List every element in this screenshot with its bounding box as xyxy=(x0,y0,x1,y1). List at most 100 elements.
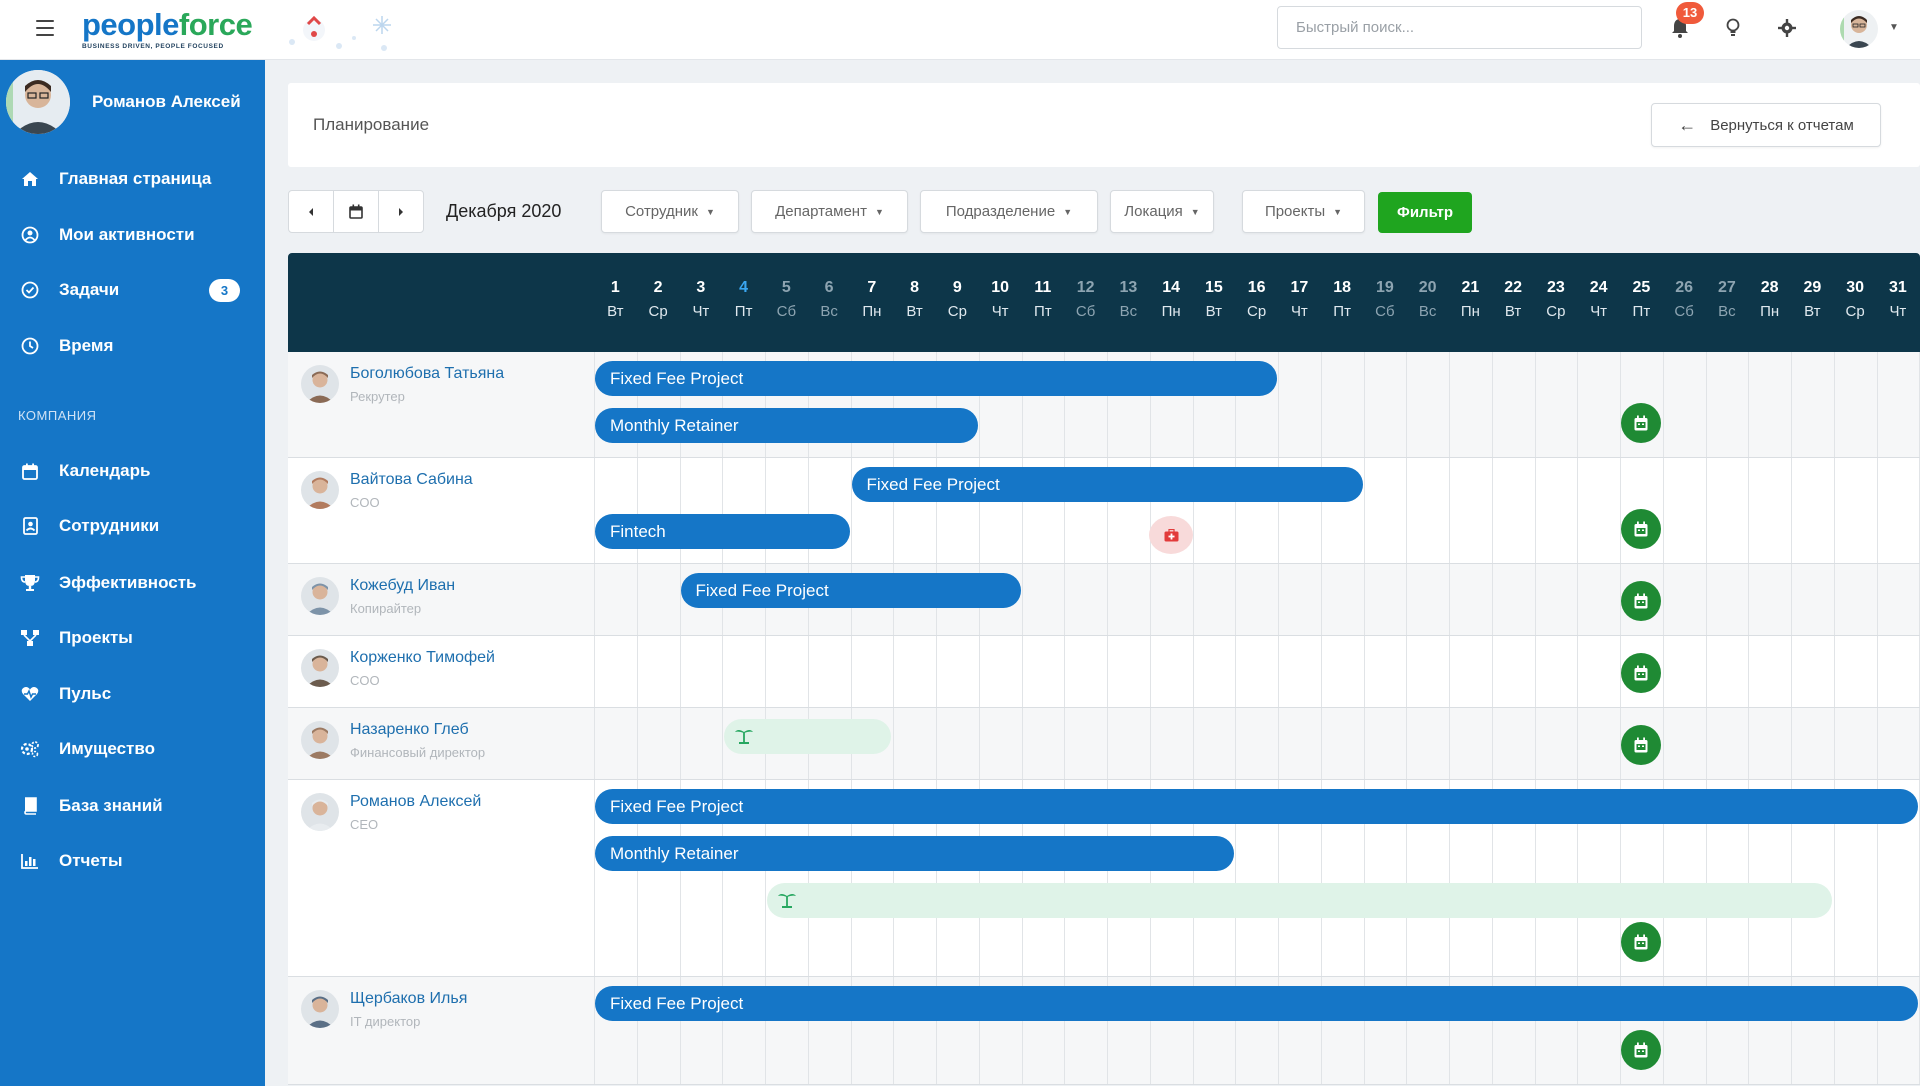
day-column-divider xyxy=(978,636,980,708)
day-column-divider xyxy=(1363,564,1365,636)
day-column-divider xyxy=(1406,564,1408,636)
employee-name[interactable]: Кожебуд Иван xyxy=(350,577,455,595)
caret-down-icon: ▼ xyxy=(1190,206,1200,217)
day-column-divider xyxy=(1577,352,1579,458)
employee-name[interactable]: Боголюбова Татьяна xyxy=(350,365,504,383)
day-weekday: Чт xyxy=(991,303,1009,320)
calendar-event-marker[interactable] xyxy=(1621,922,1662,962)
calendar-picker-button[interactable] xyxy=(334,191,379,232)
day-weekday: Ср xyxy=(1247,303,1267,320)
employee-avatar[interactable] xyxy=(301,721,339,759)
project-assignment-bar[interactable]: Fintech xyxy=(595,514,850,549)
user-avatar[interactable] xyxy=(1840,10,1878,48)
day-column-divider xyxy=(679,564,681,636)
sidebar-item-projects[interactable]: Проекты xyxy=(0,615,265,661)
project-assignment-bar[interactable]: Fixed Fee Project xyxy=(680,573,1021,608)
calendar-event-marker[interactable] xyxy=(1621,725,1662,765)
gear-icon[interactable] xyxy=(1775,16,1799,40)
calendar-event-marker[interactable] xyxy=(1621,1030,1662,1070)
day-column-divider xyxy=(1449,458,1450,564)
filter-projects-dropdown[interactable]: Проекты ▼ xyxy=(1242,190,1365,233)
day-column-divider xyxy=(893,636,895,708)
day-number: 12 xyxy=(1076,279,1095,296)
calendar-event-marker[interactable] xyxy=(1621,653,1662,693)
project-assignment-bar[interactable]: Monthly Retainer xyxy=(595,836,1235,871)
calendar-event-marker[interactable] xyxy=(1621,581,1662,621)
project-assignment-bar[interactable]: Fixed Fee Project xyxy=(595,361,1277,396)
project-assignment-bar[interactable]: Fixed Fee Project xyxy=(851,467,1363,502)
day-column-divider xyxy=(1064,636,1066,708)
day-number: 14 xyxy=(1162,279,1181,296)
employee-row: Кожебуд Иван Копирайтер Fixed Fee Project xyxy=(288,564,1920,636)
day-column-divider xyxy=(1192,636,1194,708)
day-number: 30 xyxy=(1846,279,1865,296)
sidebar-user[interactable]: Романов Алексей xyxy=(6,70,261,134)
sidebar-item-activities[interactable]: Мои активности xyxy=(0,212,265,258)
employee-avatar[interactable] xyxy=(301,793,339,831)
vacation-bar[interactable] xyxy=(767,883,1832,918)
filter-division-dropdown[interactable]: Подразделение ▼ xyxy=(920,190,1098,233)
employee-avatar[interactable] xyxy=(301,471,339,509)
sidebar-item-label: Мои активности xyxy=(59,225,195,244)
sidebar-item-pulse[interactable]: Пульс xyxy=(0,671,265,717)
employee-name[interactable]: Назаренко Глеб xyxy=(350,721,469,739)
employee-avatar[interactable] xyxy=(301,649,339,687)
employee-name[interactable]: Романов Алексей xyxy=(350,793,481,811)
project-assignment-bar[interactable]: Monthly Retainer xyxy=(595,408,978,443)
day-weekday: Пт xyxy=(1632,303,1651,320)
apply-filter-button[interactable]: Фильтр xyxy=(1378,192,1472,233)
sidebar-item-time[interactable]: Время xyxy=(0,323,265,369)
menu-icon[interactable] xyxy=(36,20,54,36)
next-month-button[interactable] xyxy=(379,191,423,232)
project-assignment-bar[interactable]: Fixed Fee Project xyxy=(595,986,1919,1021)
sidebar-item-assets[interactable]: Имущество xyxy=(0,726,265,772)
day-weekday: Ср xyxy=(1546,303,1566,320)
employee-avatar[interactable] xyxy=(301,365,339,403)
back-to-reports-button[interactable]: ← Вернуться к отчетам xyxy=(1651,103,1881,147)
day-column-divider xyxy=(1406,636,1408,708)
employee-name[interactable]: Щербаков Илья xyxy=(350,990,467,1008)
employee-avatar[interactable] xyxy=(301,990,339,1028)
prev-month-button[interactable] xyxy=(289,191,334,232)
day-column-divider xyxy=(1449,352,1450,458)
employee-name[interactable]: Корженко Тимофей xyxy=(350,649,495,667)
calendar-event-marker[interactable] xyxy=(1621,403,1662,443)
day-number: 16 xyxy=(1247,279,1266,296)
day-column-divider xyxy=(1021,708,1023,780)
sidebar-item-performance[interactable]: Эффективность xyxy=(0,560,265,606)
calendar-icon xyxy=(349,204,363,219)
caret-down-icon: ▼ xyxy=(1063,206,1073,217)
employee-name[interactable]: Вайтова Сабина xyxy=(350,471,473,489)
filter-department-dropdown[interactable]: Департамент ▼ xyxy=(751,190,908,233)
sidebar-item-tasks[interactable]: Задачи 3 xyxy=(0,267,265,313)
day-header-16: 16 Ср xyxy=(1235,253,1278,352)
home-icon xyxy=(20,169,40,189)
logo[interactable]: peopleforce BUSINESS DRIVEN, PEOPLE FOCU… xyxy=(82,8,253,51)
calendar-event-marker[interactable] xyxy=(1621,509,1662,549)
project-assignment-bar[interactable]: Fixed Fee Project xyxy=(595,789,1919,824)
calendar-icon xyxy=(1634,521,1648,536)
lightbulb-icon[interactable] xyxy=(1721,16,1745,40)
day-weekday: Пт xyxy=(1034,303,1052,320)
quick-search-input[interactable] xyxy=(1277,6,1642,49)
filter-employee-dropdown[interactable]: Сотрудник ▼ xyxy=(601,190,739,233)
caret-right-icon xyxy=(399,207,403,216)
sidebar-item-knowledge-base[interactable]: База знаний xyxy=(0,783,265,829)
employee-avatar[interactable] xyxy=(301,577,339,615)
day-header-31: 31 Чт xyxy=(1877,253,1920,352)
chevron-down-icon[interactable]: ▼ xyxy=(1889,22,1899,33)
employee-timeline: Fixed Fee Project Fintech xyxy=(594,458,1920,564)
sick-leave-marker[interactable] xyxy=(1149,516,1194,554)
day-column-divider xyxy=(1705,564,1707,636)
day-column-divider xyxy=(594,977,595,1085)
sidebar-item-employees[interactable]: Сотрудники xyxy=(0,503,265,549)
sidebar-item-calendar[interactable]: Календарь xyxy=(0,448,265,494)
sidebar-item-home[interactable]: Главная страница xyxy=(0,156,265,202)
vacation-bar[interactable] xyxy=(724,719,892,754)
day-weekday: Чт xyxy=(1889,303,1907,320)
filter-location-dropdown[interactable]: Локация ▼ xyxy=(1110,190,1214,233)
day-header-5: 5 Сб xyxy=(765,253,808,352)
employee-role: COO xyxy=(350,495,380,510)
sidebar-item-reports[interactable]: Отчеты xyxy=(0,838,265,884)
day-column-divider xyxy=(722,708,724,780)
